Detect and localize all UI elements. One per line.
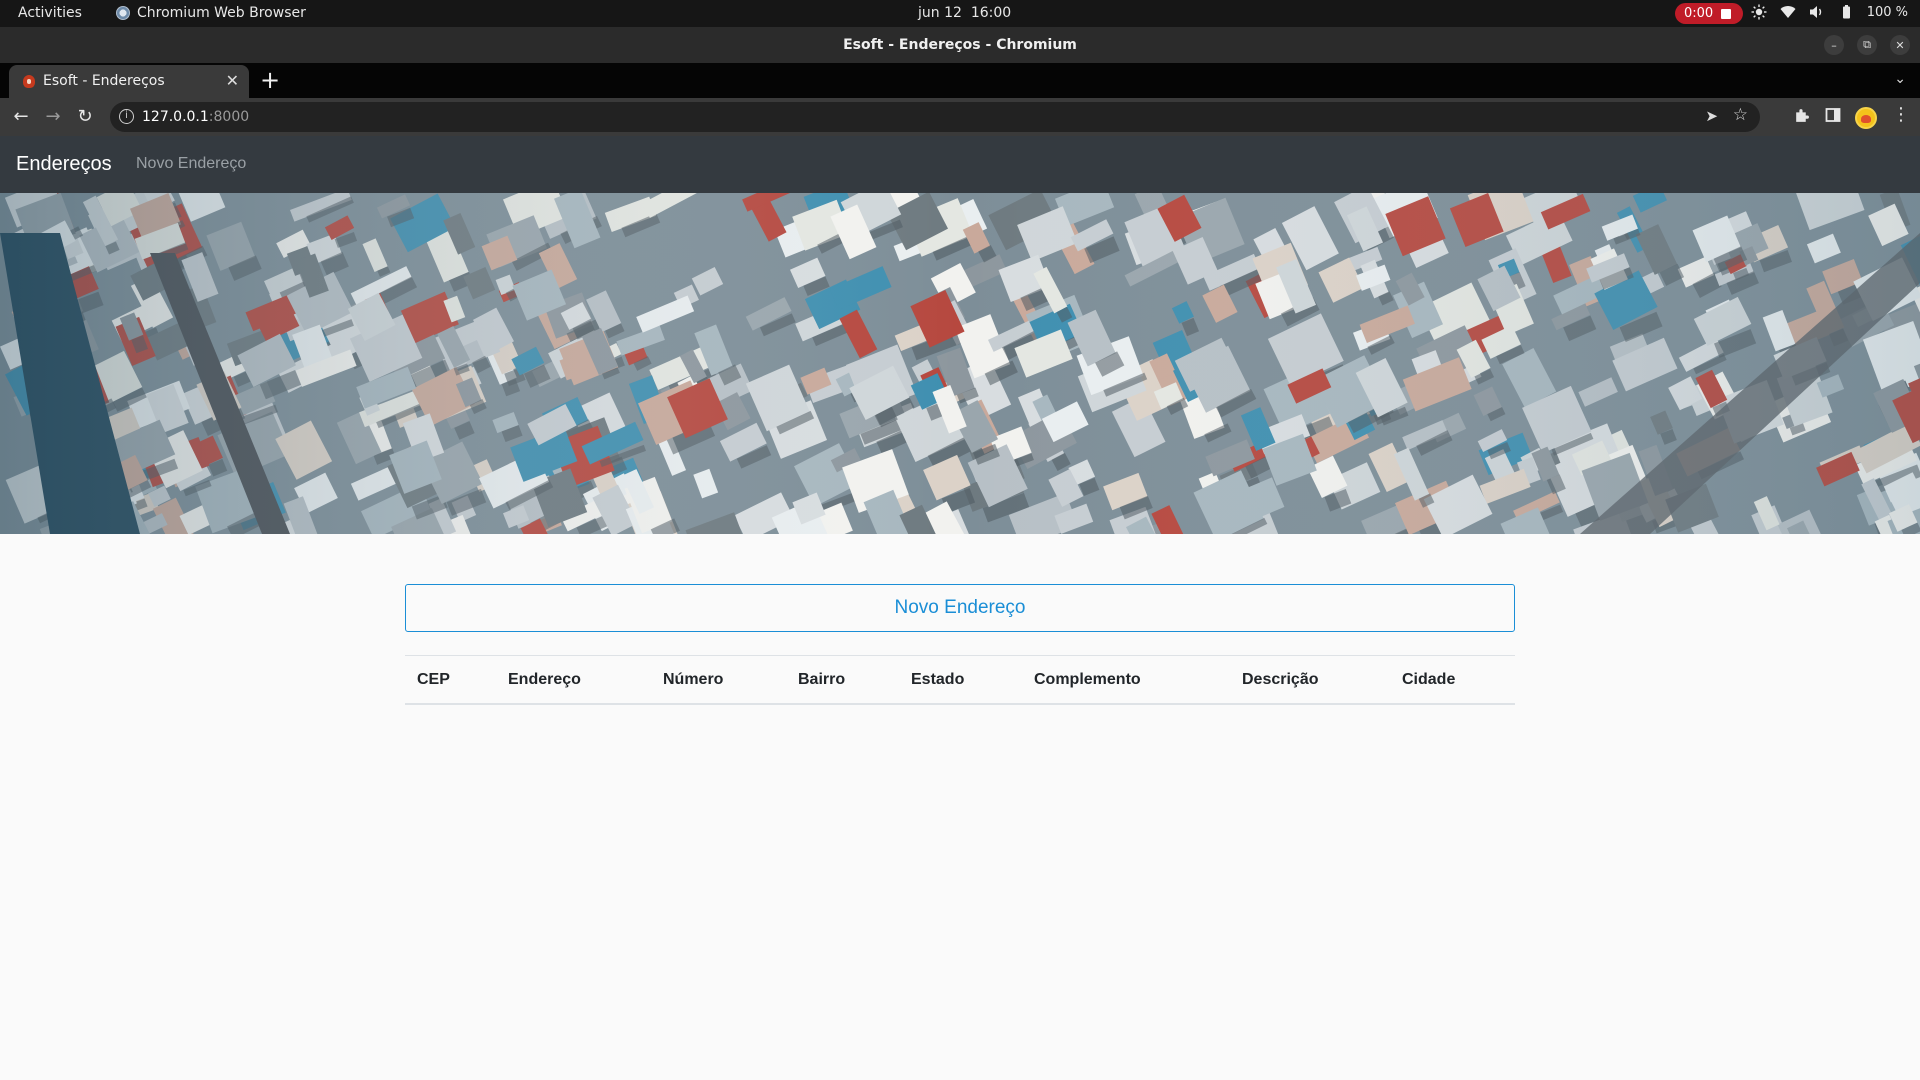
chromium-icon: [116, 6, 130, 20]
system-top-bar: Activities Chromium Web Browser jun 12 1…: [0, 0, 1920, 27]
date: jun 12: [918, 5, 962, 21]
stop-icon: [1721, 8, 1732, 19]
window-title: Esoft - Endereços - Chromium: [843, 37, 1077, 53]
bookmark-star-icon[interactable]: ☆: [1733, 105, 1748, 125]
system-tray[interactable]: 100 %: [1751, 4, 1908, 20]
column-header-complemento: Complemento: [1022, 655, 1230, 705]
window-title-bar[interactable]: Esoft - Endereços - Chromium – ⧉ ✕: [0, 27, 1920, 63]
address-bar[interactable]: i 127.0.0.1:8000 ➤ ☆: [110, 102, 1760, 132]
column-header-estado: Estado: [899, 655, 1022, 705]
tab-search-chevron-icon[interactable]: ⌄: [1894, 71, 1906, 87]
column-header-numero: Número: [651, 655, 786, 705]
wifi-icon: [1780, 6, 1796, 18]
favicon-icon: [23, 75, 35, 88]
send-icon[interactable]: ➤: [1705, 107, 1718, 125]
column-header-bairro: Bairro: [786, 655, 899, 705]
app-menu[interactable]: Chromium Web Browser: [116, 5, 306, 21]
close-tab-icon[interactable]: ✕: [226, 71, 239, 90]
nav-link-novo-endereco[interactable]: Novo Endereço: [136, 155, 246, 173]
maximize-button[interactable]: ⧉: [1857, 35, 1877, 55]
profile-avatar[interactable]: [1855, 107, 1877, 129]
clock[interactable]: jun 12 16:00: [918, 5, 1011, 21]
novo-endereco-button[interactable]: Novo Endereço: [405, 584, 1515, 632]
url-port: :8000: [208, 109, 250, 125]
recording-indicator[interactable]: 0:00: [1675, 3, 1743, 24]
brightness-icon: [1751, 4, 1767, 20]
minimize-button[interactable]: –: [1824, 35, 1844, 55]
reload-button[interactable]: ↻: [75, 107, 95, 127]
column-header-cidade: Cidade: [1390, 655, 1515, 705]
column-header-descricao: Descrição: [1230, 655, 1390, 705]
addresses-table: CEP Endereço Número Bairro Estado Comple…: [405, 655, 1515, 705]
kebab-menu-icon[interactable]: ⋮: [1892, 104, 1910, 125]
navbar-brand[interactable]: Endereços: [16, 153, 112, 176]
battery-percent: 100 %: [1866, 4, 1908, 20]
close-window-button[interactable]: ✕: [1890, 35, 1910, 55]
page-navbar: Endereços Novo Endereço: [0, 136, 1920, 193]
column-header-cep: CEP: [405, 655, 496, 705]
main-content: Novo Endereço CEP Endereço Número Bairro…: [405, 584, 1515, 705]
column-header-endereco: Endereço: [496, 655, 651, 705]
tab-strip: Esoft - Endereços ✕ + ⌄: [0, 63, 1920, 98]
volume-icon: [1809, 6, 1821, 18]
hero-city-image: [0, 193, 1920, 534]
new-tab-button[interactable]: +: [260, 66, 280, 94]
site-info-icon[interactable]: i: [119, 109, 134, 124]
tab-esoft-enderecos[interactable]: Esoft - Endereços ✕: [9, 65, 249, 98]
time: 16:00: [970, 5, 1012, 21]
browser-toolbar: ← → ↻ i 127.0.0.1:8000 ➤ ☆ ⋮: [0, 98, 1920, 136]
battery-icon: [1842, 5, 1850, 19]
extensions-icon[interactable]: [1793, 107, 1810, 124]
url-host: 127.0.0.1: [142, 109, 209, 125]
city-aerial-illustration: [0, 193, 1920, 534]
back-button[interactable]: ←: [11, 107, 31, 127]
forward-button[interactable]: →: [43, 107, 63, 127]
app-name: Chromium Web Browser: [137, 5, 306, 21]
side-panel-icon[interactable]: [1825, 107, 1841, 123]
tab-label: Esoft - Endereços: [43, 73, 165, 89]
table-header-row: CEP Endereço Número Bairro Estado Comple…: [405, 655, 1515, 705]
recording-time: 0:00: [1684, 6, 1714, 21]
activities-button[interactable]: Activities: [18, 5, 82, 21]
url-text[interactable]: 127.0.0.1:8000: [142, 109, 249, 125]
